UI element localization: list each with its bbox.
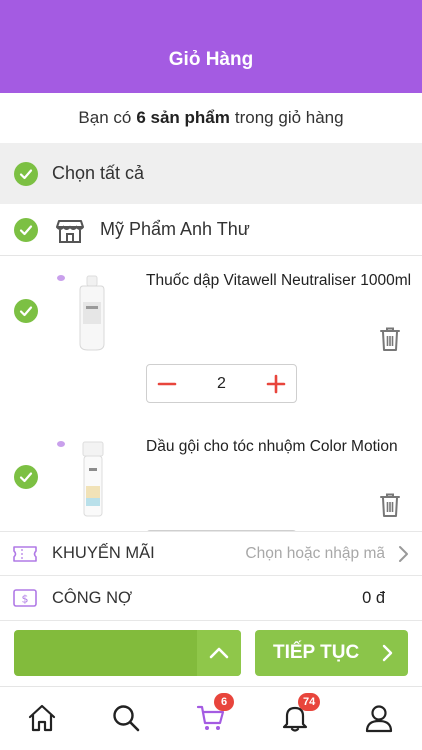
- notification-badge: 74: [298, 693, 321, 711]
- summary-count: 6 sản phẩm: [136, 108, 230, 127]
- search-icon: [113, 705, 140, 732]
- tab-home[interactable]: [25, 701, 59, 735]
- product-name[interactable]: Thuốc dập Vitawell Neutraliser 1000ml: [146, 272, 412, 290]
- checkout-bar: TIẾP TỤC: [14, 630, 408, 676]
- item-checkbox[interactable]: [14, 465, 38, 489]
- shop-checkbox[interactable]: [14, 217, 38, 242]
- cart-badge: 6: [214, 693, 234, 711]
- minus-icon: [157, 382, 177, 385]
- quantity-value[interactable]: 2: [217, 375, 226, 393]
- select-all-checkbox[interactable]: [14, 161, 38, 186]
- promotion-label: KHUYẾN MÃI: [52, 544, 155, 562]
- item-checkbox[interactable]: [14, 299, 38, 323]
- summary-suffix: trong giỏ hàng: [234, 108, 344, 127]
- cart-item: Thuốc dập Vitawell Neutraliser 1000ml 2: [0, 256, 422, 416]
- chevron-right-icon[interactable]: [396, 545, 410, 563]
- coupon-icon: [13, 545, 37, 562]
- promotion-hint[interactable]: Chọn hoặc nhập mã: [245, 545, 385, 563]
- money-icon: $: [13, 589, 37, 607]
- home-icon: [28, 704, 56, 732]
- chevron-right-icon: [382, 644, 393, 662]
- store-icon: [56, 219, 84, 243]
- tab-notifications[interactable]: 74: [278, 693, 321, 735]
- quantity-stepper: 2: [146, 364, 297, 403]
- increase-button[interactable]: [266, 374, 286, 394]
- plus-icon: [266, 374, 286, 393]
- product-image[interactable]: [56, 438, 132, 518]
- check-icon: [19, 472, 33, 483]
- tab-cart[interactable]: 6: [194, 693, 234, 735]
- summary-prefix: Bạn có: [78, 108, 132, 127]
- tab-search[interactable]: [109, 701, 143, 735]
- product-name[interactable]: Dầu gội cho tóc nhuộm Color Motion: [146, 438, 412, 456]
- page-title: Giỏ Hàng: [168, 49, 254, 70]
- user-icon: [365, 705, 393, 733]
- promotion-row[interactable]: KHUYẾN MÃI Chọn hoặc nhập mã: [0, 531, 422, 576]
- select-all-label: Chọn tất cả: [52, 163, 145, 183]
- tab-profile[interactable]: [362, 701, 396, 735]
- product-image[interactable]: [56, 272, 132, 352]
- shop-row[interactable]: Mỹ Phẩm Anh Thư: [0, 204, 422, 256]
- shop-name: Mỹ Phẩm Anh Thư: [100, 219, 250, 239]
- cart-summary: Bạn có 6 sản phẩm trong giỏ hàng: [0, 93, 422, 143]
- debt-row: $ CÔNG NỢ 0 đ: [0, 576, 422, 621]
- chevron-up-icon: [209, 647, 229, 659]
- debt-amount: 0 đ: [362, 588, 385, 607]
- check-icon: [19, 306, 33, 317]
- app-header: Giỏ Hàng: [0, 0, 422, 93]
- continue-button[interactable]: TIẾP TỤC: [255, 630, 408, 676]
- trash-icon[interactable]: [378, 326, 402, 352]
- check-icon: [19, 224, 33, 235]
- continue-label: TIẾP TỤC: [273, 642, 360, 663]
- cart-item: Dầu gội cho tóc nhuộm Color Motion: [0, 416, 422, 531]
- debt-label: CÔNG NỢ: [52, 588, 133, 607]
- bottom-tab-bar: 6 74: [0, 686, 422, 750]
- expand-total-button[interactable]: [197, 630, 241, 676]
- decrease-button[interactable]: [157, 374, 177, 394]
- check-icon: [19, 168, 33, 179]
- select-all-row[interactable]: Chọn tất cả: [0, 143, 422, 204]
- trash-icon[interactable]: [378, 492, 402, 518]
- svg-text:$: $: [22, 593, 29, 606]
- total-panel: [14, 630, 241, 676]
